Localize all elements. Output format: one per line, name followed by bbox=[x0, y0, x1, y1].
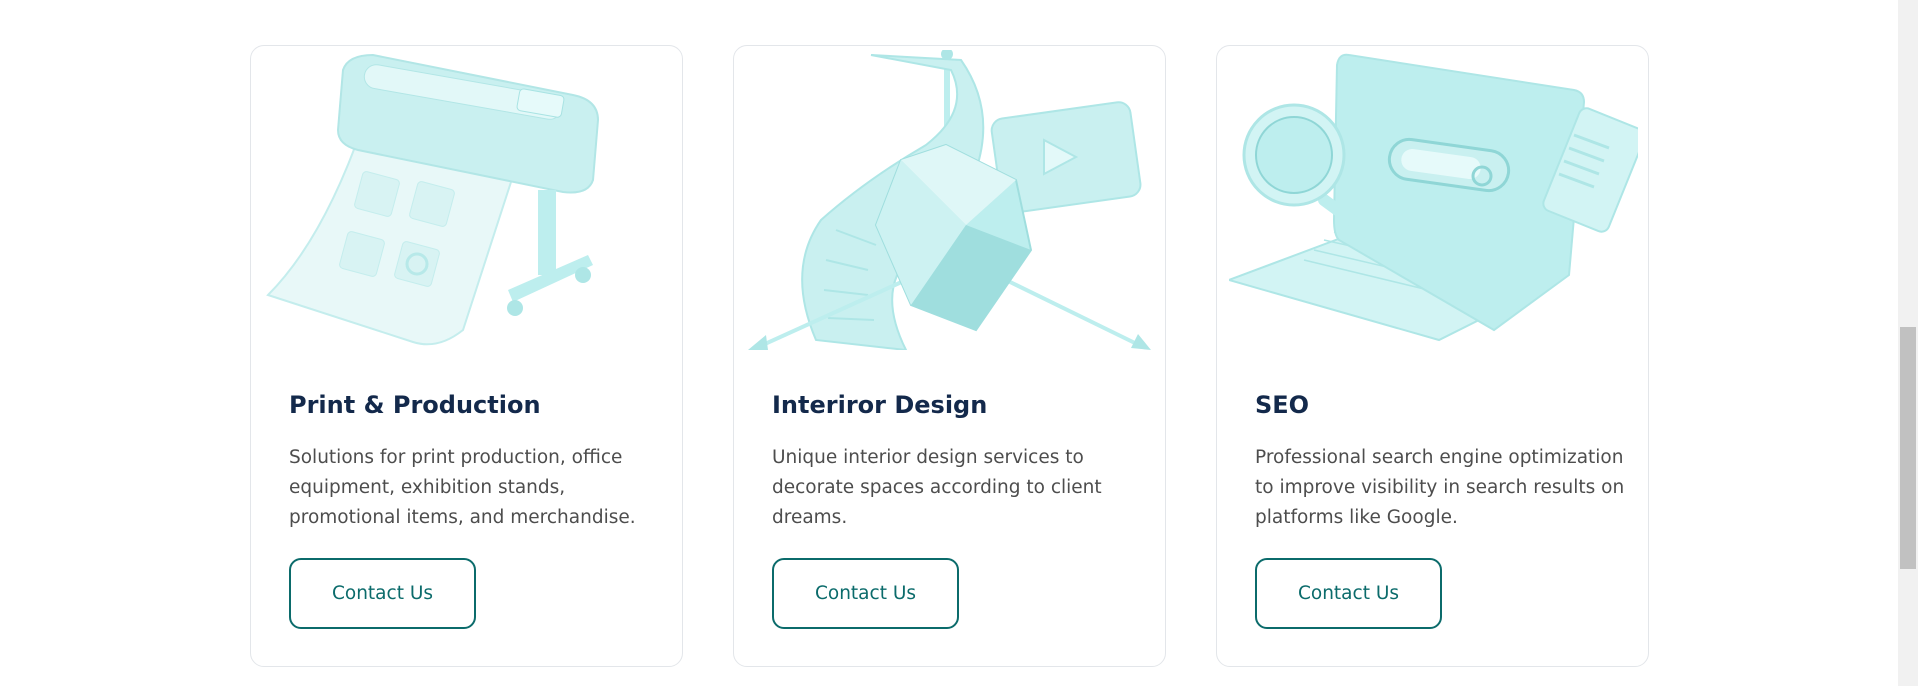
printer-illustration bbox=[266, 53, 600, 346]
service-card-seo: SEO Professional search engine optimizat… bbox=[1216, 45, 1649, 667]
scrollbar-thumb[interactable] bbox=[1900, 327, 1916, 569]
service-card-print: Print & Production Solutions for print p… bbox=[250, 45, 683, 667]
card-description: Unique interior design services to decor… bbox=[772, 447, 1102, 528]
contact-us-button[interactable]: Contact Us bbox=[772, 558, 959, 629]
services-page: Print & Production Solutions for print p… bbox=[0, 0, 1918, 686]
laptop-search-illustration bbox=[1229, 53, 1638, 342]
service-card-interior-design: Interiror Design Unique interior design … bbox=[733, 45, 1166, 667]
contact-us-button[interactable]: Contact Us bbox=[1255, 558, 1442, 629]
card-description: Professional search engine optimization … bbox=[1255, 447, 1625, 528]
vertical-scrollbar[interactable] bbox=[1898, 0, 1918, 686]
contact-us-button[interactable]: Contact Us bbox=[289, 558, 476, 629]
card-title: SEO bbox=[1255, 391, 1310, 419]
card-title: Interiror Design bbox=[772, 391, 988, 419]
card-description: Solutions for print production, office e… bbox=[289, 447, 636, 528]
services-card-list: Print & Production Solutions for print p… bbox=[250, 45, 1649, 667]
design-illustration bbox=[748, 50, 1151, 350]
card-title: Print & Production bbox=[289, 391, 541, 419]
